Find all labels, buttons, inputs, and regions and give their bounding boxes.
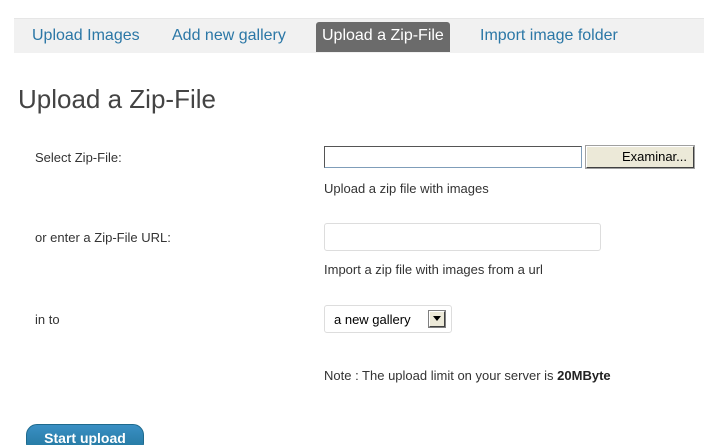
target-gallery-select[interactable]: a new gallery	[324, 305, 452, 333]
tab-upload-zip-file[interactable]: Upload a Zip-File	[316, 22, 450, 52]
page-title: Upload a Zip-File	[18, 84, 216, 114]
upload-limit-note: Note : The upload limit on your server i…	[324, 368, 611, 383]
zip-url-hint: Import a zip file with images from a url	[324, 262, 543, 277]
zip-file-path-field[interactable]	[324, 146, 582, 168]
page: Upload Images Add new gallery Upload a Z…	[0, 0, 704, 445]
upload-limit-note-text: Note : The upload limit on your server i…	[324, 368, 558, 383]
zip-file-label: Select Zip-File:	[35, 150, 122, 165]
target-gallery-label: in to	[35, 312, 60, 327]
browse-button[interactable]: Examinar...	[585, 145, 695, 169]
tab-import-image-folder[interactable]: Import image folder	[474, 24, 624, 50]
chevron-down-icon[interactable]	[428, 310, 446, 328]
upload-limit-value: 20MByte	[557, 368, 611, 383]
start-upload-button[interactable]: Start upload	[26, 424, 144, 445]
tab-bar: Upload Images Add new gallery Upload a Z…	[14, 18, 704, 53]
zip-file-hint: Upload a zip file with images	[324, 181, 489, 196]
tab-add-new-gallery[interactable]: Add new gallery	[166, 24, 292, 50]
tab-upload-images[interactable]: Upload Images	[26, 24, 146, 50]
zip-url-label: or enter a Zip-File URL:	[35, 230, 171, 245]
zip-url-input[interactable]	[324, 223, 601, 251]
target-gallery-selected-value: a new gallery	[334, 312, 411, 327]
